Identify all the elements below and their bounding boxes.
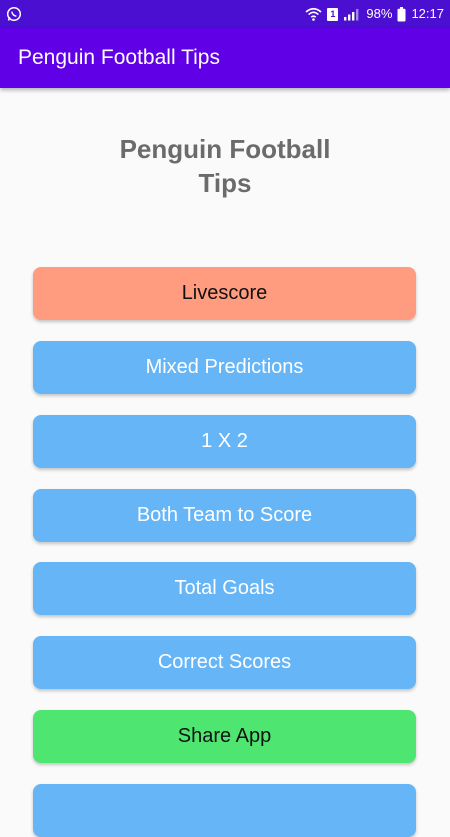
- mixed-predictions-button[interactable]: Mixed Predictions: [33, 341, 416, 394]
- wifi-icon: [305, 7, 322, 21]
- status-time: 12:17: [411, 6, 444, 21]
- both-team-to-score-button[interactable]: Both Team to Score: [33, 489, 416, 542]
- partially-visible-button[interactable]: [33, 784, 416, 837]
- one-x-two-button[interactable]: 1 X 2: [33, 415, 416, 468]
- total-goals-button[interactable]: Total Goals: [33, 562, 416, 615]
- app-title: Penguin Football Tips: [18, 46, 220, 69]
- app-bar: Penguin Football Tips: [0, 28, 450, 88]
- signal-icon: [343, 7, 361, 21]
- status-bar: 1 98% 12:17: [0, 0, 450, 28]
- page-heading: Penguin Football Tips: [119, 134, 331, 198]
- whatsapp-icon: [6, 6, 22, 22]
- battery-icon: [397, 6, 406, 22]
- status-bar-left: [6, 5, 22, 23]
- livescore-button[interactable]: Livescore: [33, 267, 416, 320]
- correct-scores-button[interactable]: Correct Scores: [33, 636, 416, 689]
- status-bar-right: 1 98% 12:17: [305, 5, 444, 23]
- sim-icon: 1: [327, 7, 339, 21]
- battery-percent: 98%: [366, 6, 393, 21]
- share-app-button[interactable]: Share App: [33, 710, 416, 763]
